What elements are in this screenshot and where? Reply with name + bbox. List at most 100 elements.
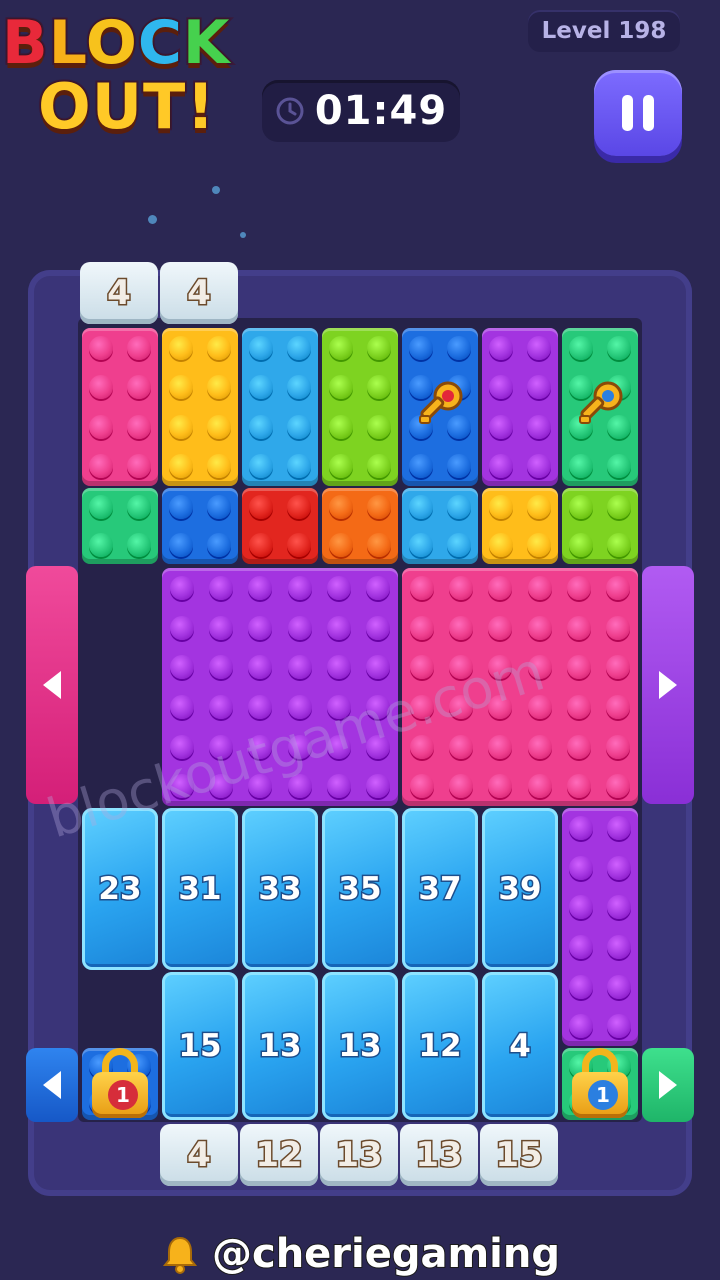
lego-block-lime[interactable]	[322, 328, 398, 486]
pause-button[interactable]	[594, 70, 682, 156]
logo-letter: C	[136, 6, 184, 80]
exit-gate-left-pink[interactable]	[26, 566, 78, 804]
lego-stud	[569, 934, 593, 959]
lego-stud	[606, 734, 631, 759]
lego-stud	[209, 575, 233, 600]
logo-letter: K	[181, 6, 231, 80]
lego-stud	[169, 533, 193, 557]
ice-block[interactable]: 31	[162, 808, 238, 970]
lego-stud	[287, 615, 312, 640]
ice-count: 33	[257, 870, 303, 909]
lego-stud	[409, 615, 434, 640]
lego-stud	[127, 335, 151, 360]
lego-block-yellow[interactable]	[162, 328, 238, 486]
exit-counter-bottom: 12	[240, 1124, 318, 1186]
lego-stud	[207, 375, 231, 400]
ice-block[interactable]: 4	[482, 972, 558, 1120]
lego-block-red[interactable]	[242, 488, 318, 564]
creator-handle: @cheriegaming	[211, 1230, 561, 1278]
exit-gate-left-blue[interactable]	[26, 1048, 78, 1122]
ice-block[interactable]: 33	[242, 808, 318, 970]
lego-stud	[449, 575, 473, 600]
lego-stud	[169, 414, 193, 439]
lego-stud	[327, 615, 351, 640]
exit-counter-bottom: 15	[480, 1124, 558, 1186]
lego-stud	[606, 774, 631, 799]
lego-stud	[569, 495, 593, 519]
lego-stud	[409, 533, 433, 557]
lego-stud	[209, 615, 233, 640]
lego-block-purple-tall[interactable]	[562, 808, 638, 1046]
lego-stud	[449, 774, 473, 799]
lego-block-blue[interactable]	[162, 488, 238, 564]
lego-stud	[287, 414, 311, 439]
lego-block-orange[interactable]	[322, 488, 398, 564]
lego-stud	[488, 575, 513, 600]
ice-count: 13	[337, 1027, 383, 1066]
lego-stud	[569, 533, 593, 557]
lego-stud	[367, 454, 391, 479]
lego-stud	[249, 495, 273, 519]
ice-block[interactable]: 35	[322, 808, 398, 970]
logo-letter: B	[0, 6, 50, 80]
lego-stud	[329, 495, 353, 519]
exit-gate-right-purple[interactable]	[642, 566, 694, 804]
arrow-left-icon	[43, 1071, 61, 1099]
lego-block-lime[interactable]	[562, 488, 638, 564]
lock-body: 1	[572, 1072, 628, 1118]
lego-block-yellow[interactable]	[482, 488, 558, 564]
lego-stud	[569, 1014, 593, 1039]
lego-stud	[89, 454, 113, 479]
lego-stud	[607, 533, 631, 557]
lego-stud	[489, 454, 513, 479]
lego-stud	[169, 615, 194, 640]
ice-block[interactable]: 13	[322, 972, 398, 1120]
lego-stud	[567, 694, 591, 719]
lego-stud	[169, 375, 193, 400]
lego-stud	[366, 575, 391, 600]
pause-icon	[622, 95, 633, 131]
lego-stud	[607, 815, 631, 840]
lego-stud	[287, 335, 311, 360]
lego-stud	[607, 974, 631, 999]
lego-stud	[367, 375, 391, 400]
ice-block[interactable]: 39	[482, 808, 558, 970]
lego-stud	[569, 974, 593, 999]
lego-stud	[89, 335, 113, 360]
ice-block[interactable]: 37	[402, 808, 478, 970]
lego-stud	[607, 454, 631, 479]
ice-block[interactable]: 13	[242, 972, 318, 1120]
lego-stud	[449, 615, 473, 640]
lego-stud	[488, 774, 513, 799]
lego-stud	[329, 454, 353, 479]
lego-stud	[169, 495, 193, 519]
lego-stud	[249, 335, 273, 360]
ice-block[interactable]: 12	[402, 972, 478, 1120]
ice-block[interactable]: 15	[162, 972, 238, 1120]
lego-stud	[569, 815, 593, 840]
lego-block-cyan[interactable]	[402, 488, 478, 564]
lego-block-purple[interactable]	[482, 328, 558, 486]
lego-block-pink[interactable]	[82, 328, 158, 486]
logo-letter: O	[84, 6, 139, 80]
lego-stud	[607, 855, 631, 880]
lego-stud	[567, 774, 591, 799]
lego-stud	[327, 575, 351, 600]
lego-stud	[327, 774, 351, 799]
lego-stud	[127, 533, 151, 557]
lego-block-cyan[interactable]	[242, 328, 318, 486]
lego-stud	[488, 734, 513, 759]
lego-stud	[607, 895, 631, 920]
exit-gate-right-green[interactable]	[642, 1048, 694, 1122]
lego-stud	[527, 533, 551, 557]
lego-stud	[248, 694, 273, 719]
ice-count: 31	[177, 870, 223, 909]
bell-icon	[162, 1236, 198, 1274]
lego-stud	[329, 533, 353, 557]
lego-block-green[interactable]	[82, 488, 158, 564]
lego-stud	[89, 533, 113, 557]
lego-stud	[367, 414, 391, 439]
lego-stud	[527, 734, 552, 759]
lego-stud	[287, 375, 311, 400]
lego-stud	[527, 575, 552, 600]
